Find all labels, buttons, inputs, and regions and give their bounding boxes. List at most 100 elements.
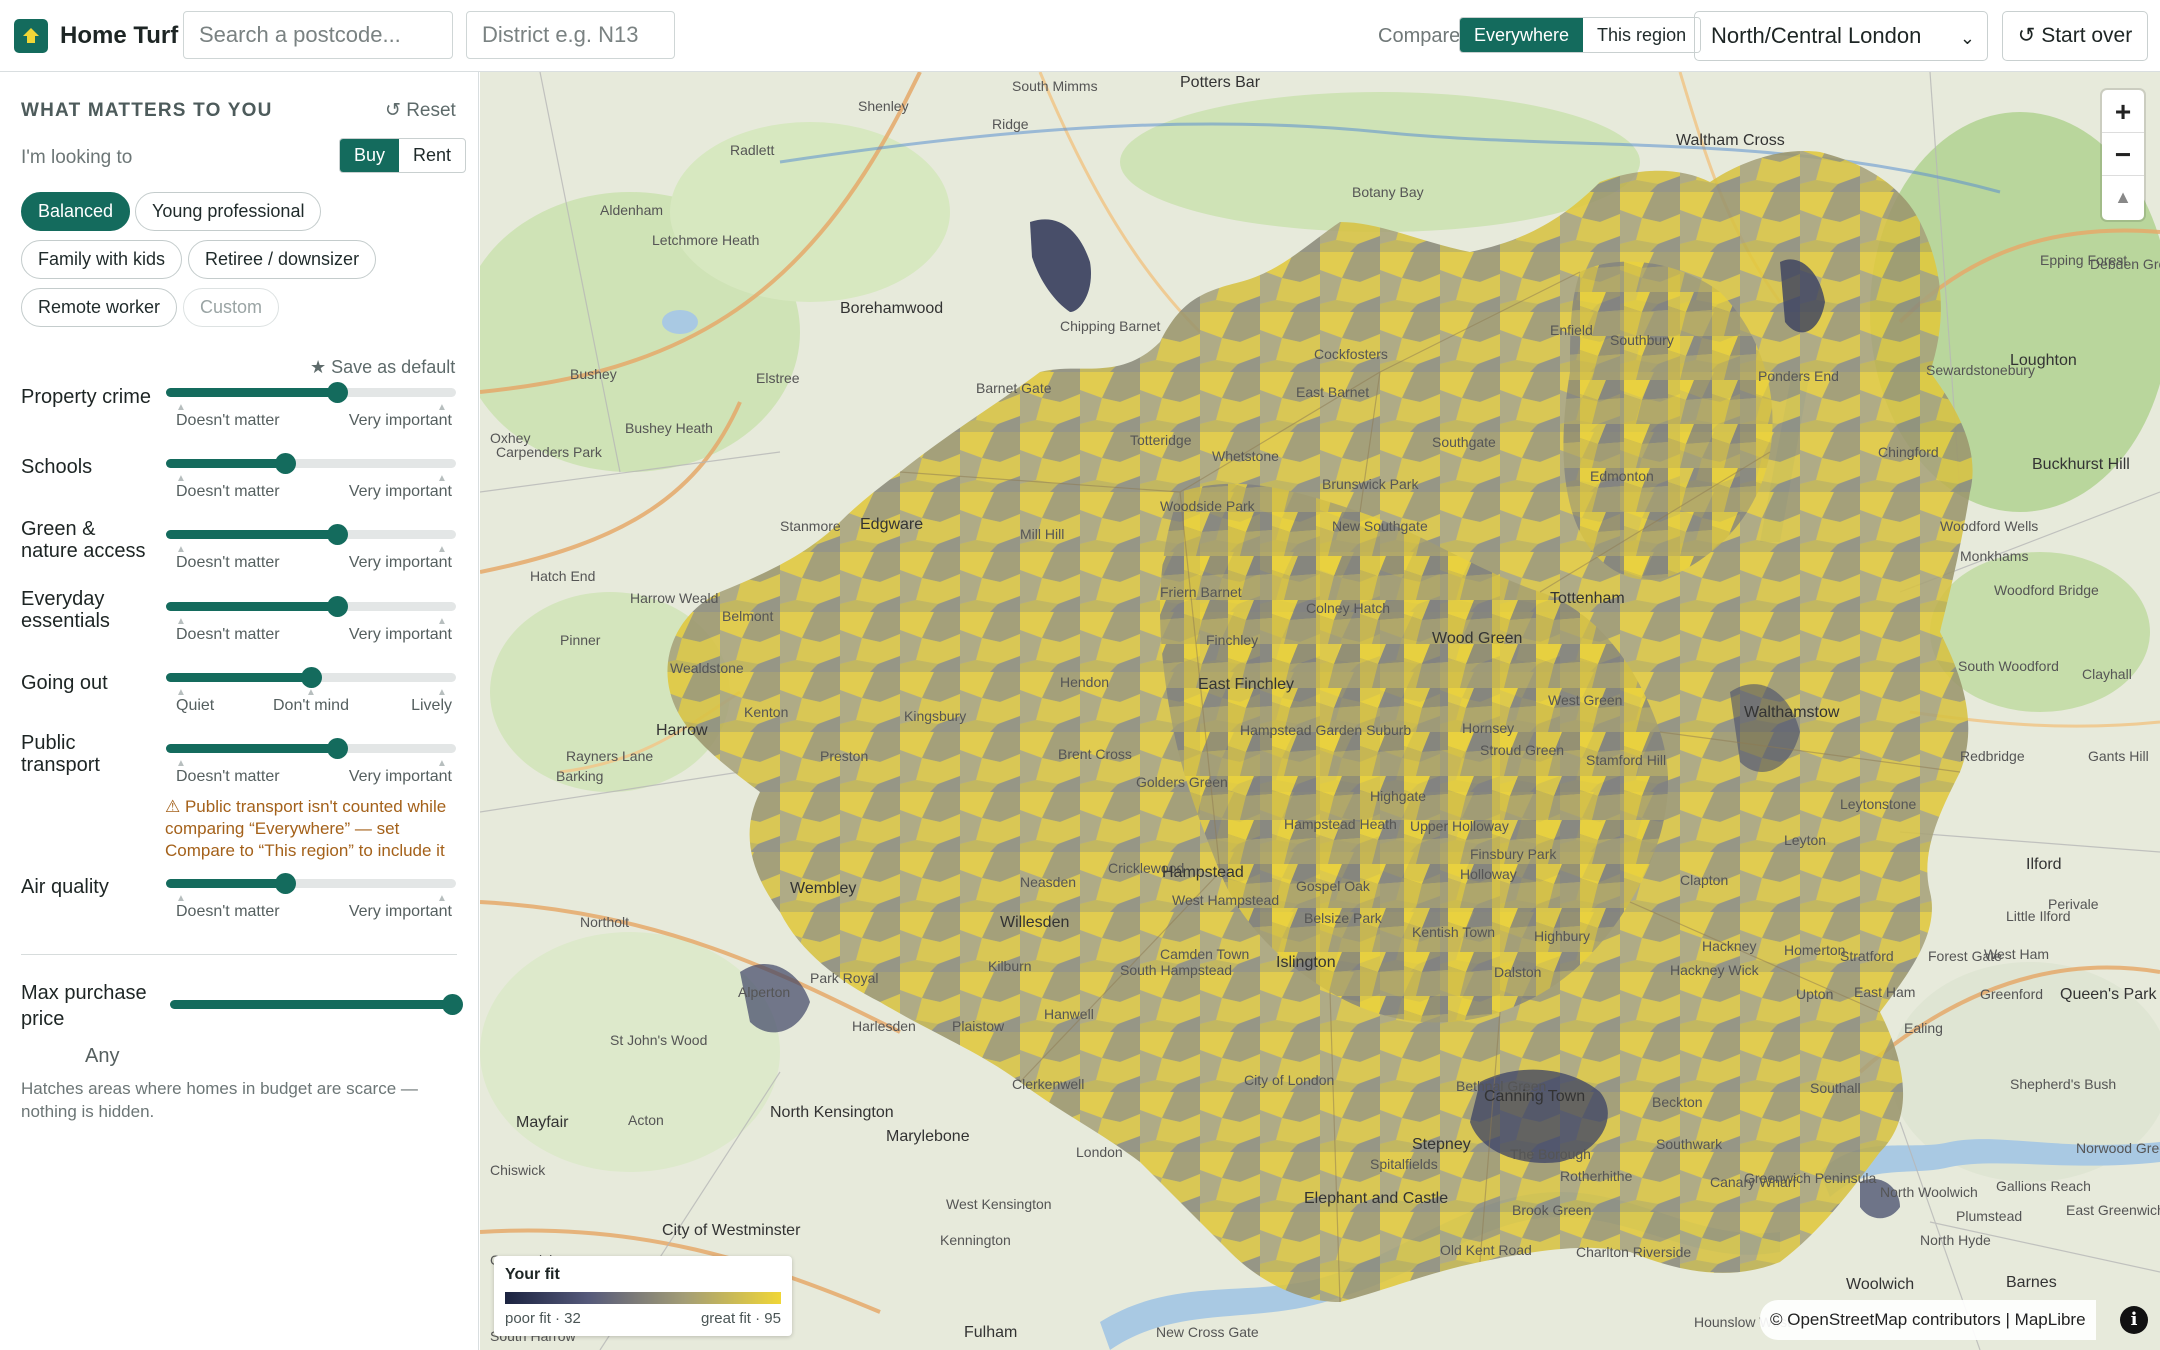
scale-high-label: Lively [411,697,452,714]
scale-low-label: Doesn't matter [176,554,280,571]
map-place-label: East Greenwich [2066,1202,2160,1218]
slider-thumb[interactable] [301,667,322,688]
map-place-label: Letchmore Heath [652,232,760,248]
slider-thumb[interactable] [327,524,349,545]
map-zoom-controls: + − ▲ [2102,90,2144,220]
map-place-label: Wood Green [1432,630,1523,647]
map-place-label: Stratford [1840,948,1894,964]
map-place-label: London [1076,1144,1123,1160]
slider-thumb[interactable] [327,738,349,759]
map-place-label: Whetstone [1212,448,1279,464]
legend-gradient [505,1292,781,1304]
preset-custom[interactable]: Custom [183,288,280,327]
slider-public-transport[interactable] [166,738,456,759]
slider-going-out[interactable] [166,667,456,688]
divider [21,954,457,955]
preset-remote-worker[interactable]: Remote worker [21,288,178,327]
map-place-label: Upper Holloway [1410,818,1509,834]
map-place-label: East Barnet [1296,384,1370,400]
map-place-label: Greenford [1980,986,2044,1002]
map-place-label: The Borough [1510,1146,1591,1162]
map-place-label: South Woodford [1958,658,2059,674]
slider-thumb[interactable] [442,994,463,1015]
map-place-label: Leytonstone [1840,796,1917,812]
max-price-slider[interactable] [170,994,463,1015]
map-place-label: City of Westminster [662,1222,801,1239]
map-place-label: Cockfosters [1314,346,1388,362]
map-place-label: Loughton [2010,352,2077,369]
map-place-label: Acton [628,1112,664,1128]
rent-button[interactable]: Rent [399,139,465,172]
map-place-label: South Hampstead [1120,962,1233,978]
buy-button[interactable]: Buy [340,139,400,172]
legend-title: Your fit [505,1266,560,1283]
map-place-label: Hampstead Garden Suburb [1240,722,1412,738]
map-place-label: Golders Green [1136,774,1228,790]
map-place-label: Woodside Park [1160,498,1255,514]
map-place-label: North Hyde [1920,1232,1991,1248]
slider-scale: ▲ ▲ Doesn't matter Very important [166,893,456,920]
scale-low-label: Doesn't matter [176,768,280,785]
map-place-label: Upton [1796,986,1834,1002]
map-place-label: Wealdstone [670,660,744,676]
slider-green-nature[interactable] [166,524,456,545]
slider-scale: ▲ ▲ Doesn't matter Very important [166,402,456,429]
slider-property-crime[interactable] [166,382,456,403]
slider-thumb[interactable] [327,596,349,617]
region-select[interactable]: North/Central London ⌄ [1694,11,1988,61]
zoom-out-button[interactable]: − [2102,133,2144,176]
slider-everyday-essentials[interactable] [166,596,456,617]
preset-balanced[interactable]: Balanced [21,192,131,231]
map-place-label: Hackney Wick [1670,962,1759,978]
map-place-label: Stroud Green [1480,742,1565,758]
chevron-down-icon: ⌄ [1959,28,1975,48]
zoom-in-button[interactable]: + [2102,90,2144,133]
map-place-label: Park Royal [810,970,879,986]
map-place-label: Plumstead [1956,1208,2023,1224]
map-place-label: Spitalfields [1370,1156,1438,1172]
start-over-button[interactable]: ↺ Start over [2002,11,2148,61]
district-input[interactable] [466,11,675,59]
home-logo-icon [14,19,48,53]
scale-high-label: Very important [348,903,452,920]
map-place-label: Botany Bay [1352,184,1424,200]
factor-label-schools: Schools [21,456,93,478]
map-place-label: Kentish Town [1412,924,1496,940]
postcode-search-input[interactable] [183,11,453,59]
map-place-label: Gants Hill [2088,748,2149,764]
save-as-default-button[interactable]: ★ Save as default [310,357,455,378]
preset-young-professional[interactable]: Young professional [135,192,322,231]
slider-air-quality[interactable] [166,873,456,894]
map-place-label: Edgware [860,516,924,533]
compare-label: Compare [1378,25,1461,47]
slider-thumb[interactable] [274,453,296,474]
map-place-label: Stepney [1412,1136,1471,1153]
map-attribution[interactable]: © OpenStreetMap contributors | MapLibre [1760,1300,2096,1340]
compass-reset-button[interactable]: ▲ [2102,176,2144,219]
info-icon[interactable]: i [2120,1306,2148,1334]
preset-retiree-downsizer[interactable]: Retiree / downsizer [188,240,377,279]
map-place-label: Brunswick Park [1322,476,1419,492]
map-view[interactable]: South Mimms Potters Bar Waltham Cross Sh… [480,72,2160,1350]
max-price-label: Max purchase price [21,982,147,1030]
slider-fill [166,673,311,682]
max-price-value: Any [85,1045,120,1067]
map-place-label: Edmonton [1590,468,1654,484]
preset-family-with-kids[interactable]: Family with kids [21,240,183,279]
map-place-label: Preston [820,748,869,764]
map-place-label: Norwood Green [2076,1140,2160,1156]
slider-fill [166,530,338,539]
slider-thumb[interactable] [274,873,296,894]
map-place-label: Friern Barnet [1160,584,1242,600]
map-place-label: Highgate [1370,788,1427,804]
reset-button[interactable]: ↺ Reset [385,99,456,122]
slider-thumb[interactable] [327,382,349,403]
compare-everywhere-button[interactable]: Everywhere [1460,18,1584,52]
region-select-value: North/Central London [1711,23,1922,48]
map-place-label: Brook Green [1512,1202,1592,1218]
map-place-label: Gallions Reach [1996,1178,2091,1194]
map-place-label: Brent Cross [1058,746,1132,762]
compare-this-region-button[interactable]: This region [1583,18,1701,52]
map-place-label: Southgate [1432,434,1496,450]
slider-schools[interactable] [166,453,456,474]
